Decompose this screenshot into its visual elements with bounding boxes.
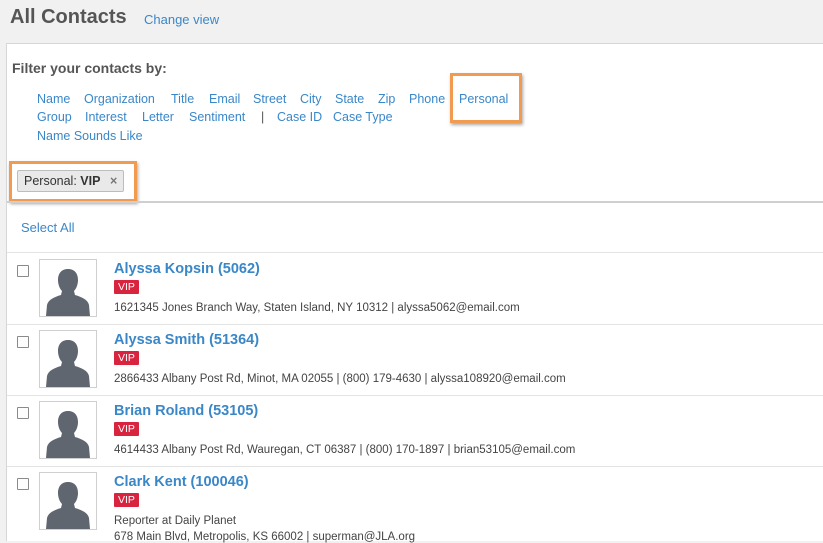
contact-row: Alyssa Kopsin (5062) VIP 1621345 Jones B… [7,253,823,325]
filter-option-case-type[interactable]: Case Type [333,110,393,124]
person-silhouette-icon [46,482,90,529]
contact-checkbox[interactable] [17,265,29,277]
contact-checkbox[interactable] [17,336,29,348]
person-silhouette-icon [46,340,90,387]
person-silhouette-icon [46,411,90,458]
avatar [39,401,97,459]
filter-option-sentiment[interactable]: Sentiment [189,110,245,124]
filter-option-interest[interactable]: Interest [85,110,127,124]
contact-checkbox[interactable] [17,407,29,419]
contact-name-link[interactable]: Clark Kent (100046) [114,474,249,490]
contact-details: 2866433 Albany Post Rd, Minot, MA 02055 … [114,373,566,385]
active-filter-highlight-box [9,161,137,202]
filter-title: Filter your contacts by: [12,60,167,76]
page-title: All Contacts [10,6,127,28]
contact-details: 4614433 Albany Post Rd, Wauregan, CT 063… [114,444,576,456]
contact-details: 1621345 Jones Branch Way, Staten Island,… [114,302,520,314]
change-view-link[interactable]: Change view [144,12,219,27]
filter-option-name-sounds-like[interactable]: Name Sounds Like [37,129,143,143]
contact-name-link[interactable]: Alyssa Smith (51364) [114,332,259,348]
filter-option-group[interactable]: Group [37,110,72,124]
vip-badge: VIP [114,422,139,436]
contact-row: Brian Roland (53105) VIP 4614433 Albany … [7,395,823,467]
contact-row: Alyssa Smith (51364) VIP 2866433 Albany … [7,324,823,396]
filter-option-state[interactable]: State [335,92,364,106]
person-silhouette-icon [46,269,90,316]
filter-separator: | [261,110,265,124]
contact-name-link[interactable]: Brian Roland (53105) [114,403,258,419]
filter-option-letter[interactable]: Letter [142,110,174,124]
vip-badge: VIP [114,280,139,294]
filter-option-city[interactable]: City [300,92,322,106]
filter-option-title[interactable]: Title [171,92,194,106]
filter-option-case-id[interactable]: Case ID [277,110,322,124]
contact-title: Reporter at Daily Planet [114,515,237,527]
header-bar: All Contacts Change view [0,0,823,42]
contacts-panel: Filter your contacts by: Name Organizati… [6,43,823,543]
contact-details: 678 Main Blvd, Metropolis, KS 66002 | su… [114,531,416,543]
divider [7,201,823,203]
filter-option-phone[interactable]: Phone [409,92,445,106]
avatar [39,259,97,317]
filter-option-organization[interactable]: Organization [84,92,155,106]
contact-name-link[interactable]: Alyssa Kopsin (5062) [114,261,260,277]
filter-option-zip[interactable]: Zip [378,92,395,106]
filter-option-name[interactable]: Name [37,92,70,106]
avatar [39,330,97,388]
vip-badge: VIP [114,351,139,365]
personal-highlight-box [450,73,522,123]
avatar [39,472,97,530]
contact-row: Clark Kent (100046) VIP Reporter at Dail… [7,466,823,543]
filter-option-street[interactable]: Street [253,92,286,106]
select-all-link[interactable]: Select All [21,220,74,235]
contact-checkbox[interactable] [17,478,29,490]
filter-option-email[interactable]: Email [209,92,240,106]
vip-badge: VIP [114,493,139,507]
